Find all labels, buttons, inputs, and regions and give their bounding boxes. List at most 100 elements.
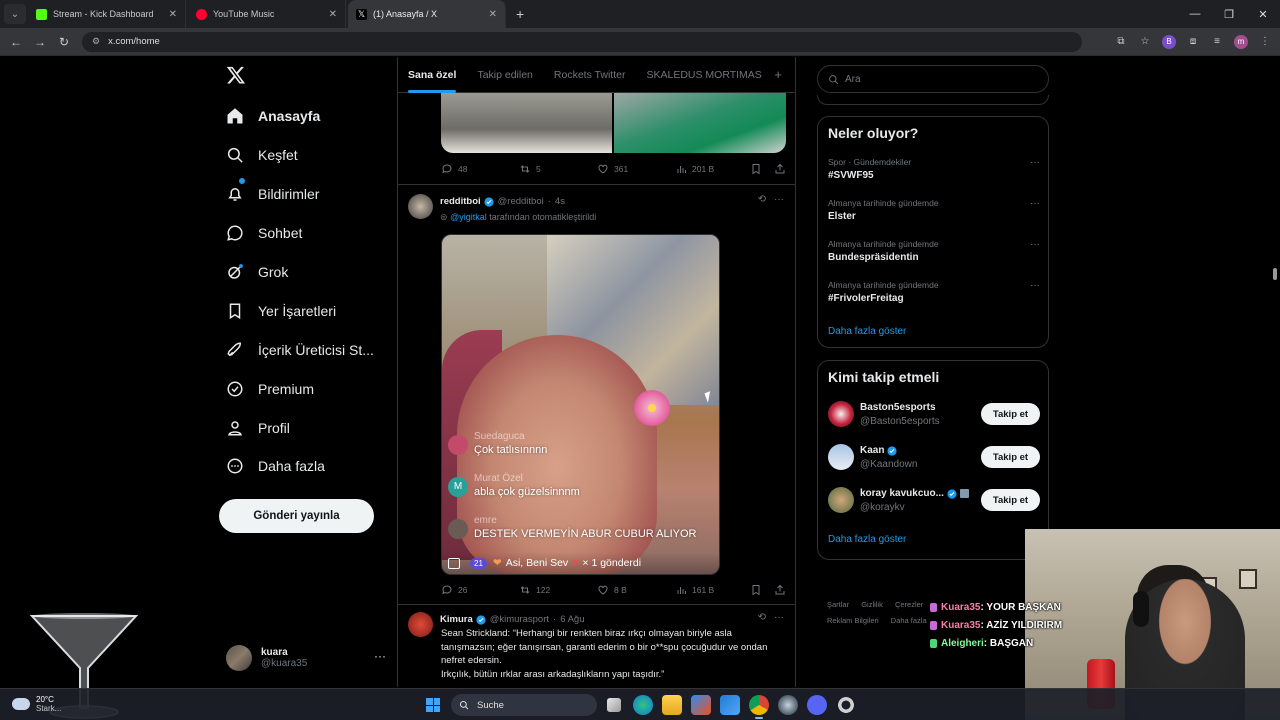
more-icon[interactable]: ··· <box>1030 157 1040 168</box>
add-tab-icon[interactable]: + <box>774 67 782 82</box>
grok-explain-icon[interactable]: ⟲ <box>758 612 766 623</box>
views-button[interactable]: 161 B <box>675 584 753 596</box>
close-window-icon[interactable]: ✕ <box>1246 0 1280 28</box>
author-handle[interactable]: @redditboi <box>498 196 544 207</box>
x-logo-icon[interactable] <box>226 65 246 85</box>
extensions-puzzle-icon[interactable]: ⧈ <box>1186 36 1200 47</box>
sidebar-item-chat[interactable]: Sohbet <box>226 218 302 248</box>
sidebar-item-premium[interactable]: Premium <box>226 374 314 404</box>
more-icon[interactable]: ··· <box>774 612 784 623</box>
tab-rockets-twitter[interactable]: Rockets Twitter <box>554 69 626 81</box>
post-button[interactable]: Gönderi yayınla <box>219 499 374 533</box>
footer-link[interactable]: Şartlar <box>827 600 849 609</box>
task-view-icon[interactable] <box>607 698 621 712</box>
extension-icon[interactable]: B <box>1162 34 1176 49</box>
tab-skaledus-mortimas[interactable]: SKALEDUS MORTIMAS <box>646 69 761 81</box>
post-image[interactable] <box>614 93 786 153</box>
taskbar-search[interactable]: Suche <box>451 694 597 716</box>
sidebar-item-notifications[interactable]: Bildirimler <box>226 177 319 209</box>
account-switcher[interactable]: kuara @kuara35 ··· <box>226 643 386 673</box>
close-icon[interactable]: ✕ <box>169 9 177 20</box>
sidebar-item-grok[interactable]: Grok <box>226 257 288 287</box>
post-media[interactable] <box>441 93 786 153</box>
post-time[interactable]: 4s <box>555 196 565 207</box>
post-time[interactable]: 6 Ağu <box>560 614 584 625</box>
views-button[interactable]: 201 B <box>675 163 753 175</box>
bookmark-icon[interactable] <box>750 584 762 596</box>
author-name[interactable]: redditboi <box>440 196 481 207</box>
sidebar-item-bookmarks[interactable]: Yer İşaretleri <box>226 296 336 326</box>
more-icon[interactable]: ··· <box>1030 239 1040 250</box>
browser-tab-kick[interactable]: Stream - Kick Dashboard ✕ <box>28 0 186 28</box>
post-image[interactable] <box>441 93 612 153</box>
search-input[interactable]: Ara <box>817 65 1049 93</box>
tab-for-you[interactable]: Sana özel <box>408 69 457 93</box>
restore-icon[interactable]: ❐ <box>1212 0 1246 28</box>
browser-menu-icon[interactable]: ⋮ <box>1258 36 1272 47</box>
windows-start-icon[interactable] <box>426 698 440 712</box>
file-explorer-icon[interactable] <box>662 695 682 715</box>
post-video[interactable]: Suedaguca Çok tatlısınnnn M Murat Özel a… <box>441 234 720 575</box>
back-icon[interactable]: ← <box>4 35 28 49</box>
author-name[interactable]: Kimura <box>440 614 473 625</box>
follow-button[interactable]: Takip et <box>981 489 1040 511</box>
tab-following[interactable]: Takip edilen <box>477 69 532 81</box>
sidebar-item-explore[interactable]: Keşfet <box>226 140 298 170</box>
sidebar-item-profile[interactable]: Profil <box>226 413 290 443</box>
settings-gear-icon[interactable] <box>836 695 856 715</box>
close-icon[interactable]: ✕ <box>489 9 497 20</box>
trend-item[interactable]: Spor · Gündemdekiler #SVWF95 ··· <box>828 157 1040 181</box>
grok-explain-icon[interactable]: ⟲ <box>758 194 766 205</box>
mail-icon[interactable] <box>720 695 740 715</box>
trend-item[interactable]: Almanya tarihinde gündemde #FrivolerFrei… <box>828 280 1040 304</box>
more-icon[interactable]: ··· <box>1030 198 1040 209</box>
profile-avatar[interactable]: m <box>1234 34 1248 49</box>
reply-button[interactable]: 26 <box>441 584 519 596</box>
url-input[interactable]: ⚙ x.com/home <box>82 31 1082 52</box>
show-more-link[interactable]: Daha fazla göster <box>828 534 906 545</box>
weather-widget[interactable]: 20°C Stark... <box>12 695 61 713</box>
footer-link[interactable]: Çerezler <box>895 600 923 609</box>
sidebar-item-home[interactable]: Anasayfa <box>226 101 320 131</box>
minimize-icon[interactable]: — <box>1178 0 1212 28</box>
like-button[interactable]: 8 B <box>597 584 675 596</box>
automator-link[interactable]: @yigitkal <box>450 212 487 222</box>
browser-tab-x[interactable]: 𝕏 (1) Anasayfa / X ✕ <box>348 0 506 28</box>
follow-button[interactable]: Takip et <box>981 446 1040 468</box>
reload-icon[interactable]: ↻ <box>52 35 76 49</box>
avatar[interactable] <box>408 612 433 637</box>
follow-suggestion[interactable]: koray kavukcuo... @koraykv Takip et <box>828 485 1040 515</box>
media-control-icon[interactable]: ≡ <box>1210 36 1224 47</box>
trend-item[interactable]: Almanya tarihinde gündemde Bundespräside… <box>828 239 1040 263</box>
bookmark-icon[interactable] <box>750 163 762 175</box>
browser-tab-youtube-music[interactable]: YouTube Music ✕ <box>188 0 346 28</box>
steam-icon[interactable] <box>778 695 798 715</box>
discord-icon[interactable] <box>807 695 827 715</box>
show-more-link[interactable]: Daha fazla göster <box>828 326 906 337</box>
follow-button[interactable]: Takip et <box>981 403 1040 425</box>
repost-button[interactable]: 122 <box>519 584 597 596</box>
close-icon[interactable]: ✕ <box>329 9 337 20</box>
scrollbar-thumb[interactable] <box>1273 268 1277 280</box>
avatar[interactable] <box>408 194 433 219</box>
edge-icon[interactable] <box>633 695 653 715</box>
bookmark-star-icon[interactable]: ☆ <box>1138 36 1152 47</box>
new-tab-button[interactable]: + <box>516 6 524 22</box>
store-icon[interactable] <box>691 695 711 715</box>
reply-button[interactable]: 48 <box>441 163 519 175</box>
trend-item[interactable]: Almanya tarihinde gündemde Elster ··· <box>828 198 1040 222</box>
site-info-icon[interactable]: ⚙ <box>92 36 100 47</box>
install-app-icon[interactable]: ⧉ <box>1114 36 1128 47</box>
share-icon[interactable] <box>774 584 786 596</box>
sidebar-item-more[interactable]: Daha fazla <box>226 451 325 481</box>
chrome-icon[interactable] <box>749 695 769 719</box>
like-button[interactable]: 361 <box>597 163 675 175</box>
footer-link[interactable]: Daha fazla <box>891 616 927 625</box>
follow-suggestion[interactable]: Kaan @Kaandown Takip et <box>828 442 1040 472</box>
footer-link[interactable]: Gizlilik <box>861 600 883 609</box>
tab-search-button[interactable]: ⌄ <box>4 4 26 24</box>
repost-button[interactable]: 5 <box>519 163 597 175</box>
forward-icon[interactable]: → <box>28 35 52 49</box>
more-icon[interactable]: ··· <box>774 194 784 205</box>
author-handle[interactable]: @kimurasport <box>490 614 549 625</box>
